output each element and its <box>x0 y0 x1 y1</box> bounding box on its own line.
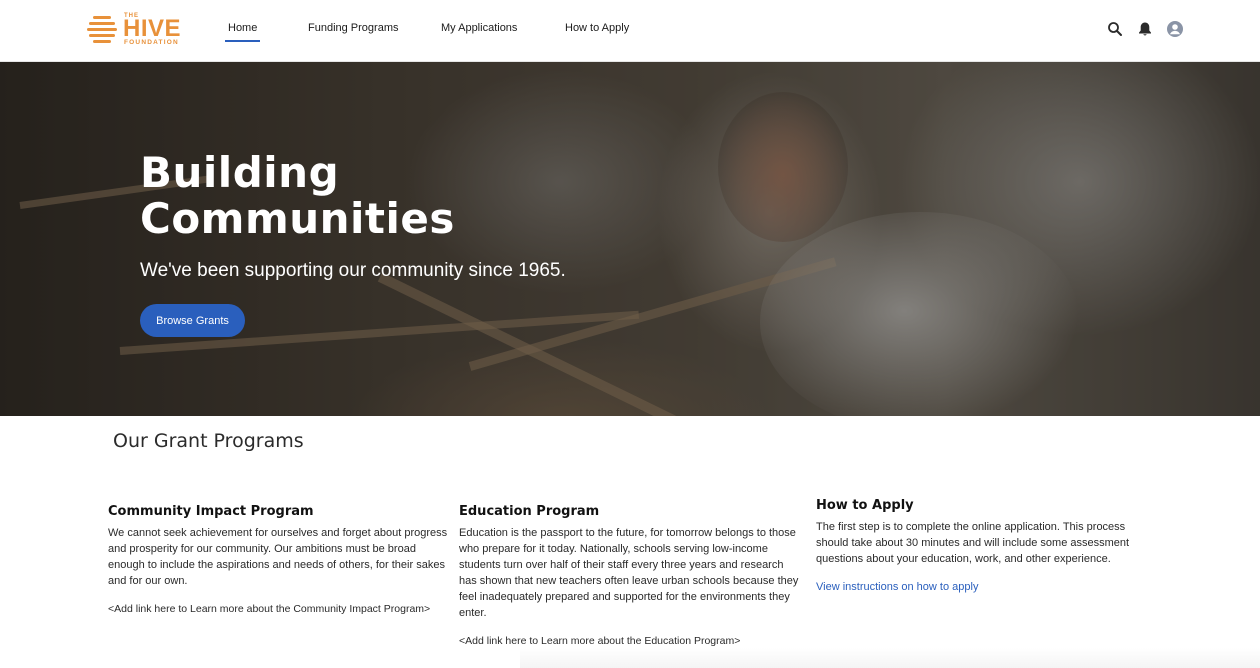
hero-banner: Building Communities We've been supporti… <box>0 62 1260 416</box>
bell-icon[interactable] <box>1136 20 1154 38</box>
program-description: Education is the passport to the future,… <box>459 527 799 619</box>
nav-home[interactable]: Home <box>224 22 261 42</box>
program-card-how-to-apply: How to Apply The first step is to comple… <box>816 498 1148 595</box>
page-bottom-fade <box>520 648 1260 668</box>
program-card-community-impact: Community Impact Program We cannot seek … <box>108 504 448 616</box>
logo-foundation-text: FOUNDATION <box>124 39 179 46</box>
hero-title: Building Communities <box>140 148 455 243</box>
nav-my-applications[interactable]: My Applications <box>441 22 517 34</box>
site-header: THE HIVE FOUNDATION Home Funding Program… <box>0 0 1260 62</box>
program-learn-more-placeholder: <Add link here to Learn more about the E… <box>459 635 741 647</box>
search-icon[interactable] <box>1106 20 1124 38</box>
program-heading: How to Apply <box>816 498 914 513</box>
hive-foundation-logo[interactable]: THE HIVE FOUNDATION <box>87 13 187 47</box>
browse-grants-button[interactable]: Browse Grants <box>140 304 245 337</box>
program-heading: Education Program <box>459 504 600 519</box>
view-instructions-link[interactable]: View instructions on how to apply <box>816 581 978 593</box>
hero-subtitle: We've been supporting our community sinc… <box>140 260 566 281</box>
program-description: The first step is to complete the online… <box>816 521 1130 565</box>
nav-how-to-apply[interactable]: How to Apply <box>565 22 629 34</box>
program-heading: Community Impact Program <box>108 504 314 519</box>
program-description: We cannot seek achievement for ourselves… <box>108 527 448 587</box>
program-card-education: Education Program Education is the passp… <box>459 504 799 648</box>
user-avatar-icon[interactable] <box>1166 20 1184 38</box>
program-learn-more-placeholder: <Add link here to Learn more about the C… <box>108 603 431 615</box>
section-title-grant-programs: Our Grant Programs <box>113 430 304 452</box>
hive-logo-icon <box>87 16 117 44</box>
logo-hive-text: HIVE <box>123 15 182 42</box>
nav-funding-programs[interactable]: Funding Programs <box>308 22 399 34</box>
